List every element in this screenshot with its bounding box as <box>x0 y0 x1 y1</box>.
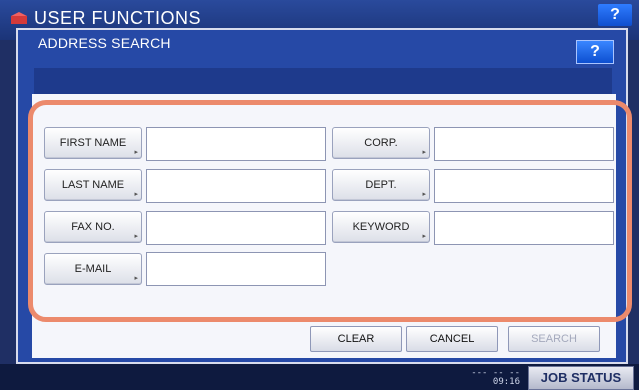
background-title: USER FUNCTIONS <box>34 8 202 28</box>
dept-button[interactable]: DEPT. ▸ <box>332 169 430 201</box>
search-button[interactable]: SEARCH <box>508 326 600 352</box>
corp-label: CORP. <box>364 137 398 149</box>
fax-no-input[interactable] <box>146 211 326 245</box>
arrow-icon: ▸ <box>422 191 426 198</box>
job-status-button[interactable]: JOB STATUS <box>528 366 634 390</box>
arrow-icon: ▸ <box>134 149 138 156</box>
last-name-button[interactable]: LAST NAME ▸ <box>44 169 142 201</box>
last-name-input[interactable] <box>146 169 326 203</box>
background-help-button[interactable]: ? <box>598 4 632 26</box>
keyword-label: KEYWORD <box>352 221 410 233</box>
first-name-button[interactable]: FIRST NAME ▸ <box>44 127 142 159</box>
clock-time: 09:16 <box>492 377 520 387</box>
dialog-header-band <box>34 68 612 96</box>
fax-no-button[interactable]: FAX NO. ▸ <box>44 211 142 243</box>
clear-button[interactable]: CLEAR <box>310 326 402 352</box>
keyword-input[interactable] <box>434 211 614 245</box>
arrow-icon: ▸ <box>134 275 138 282</box>
corp-button[interactable]: CORP. ▸ <box>332 127 430 159</box>
dept-label: DEPT. <box>365 179 397 191</box>
last-name-label: LAST NAME <box>61 179 125 191</box>
clock: --- -- -- 09:16 <box>466 369 520 387</box>
arrow-icon: ▸ <box>134 233 138 240</box>
arrow-icon: ▸ <box>422 233 426 240</box>
email-label: E-MAIL <box>74 263 112 275</box>
corp-input[interactable] <box>434 127 614 161</box>
dept-input[interactable] <box>434 169 614 203</box>
arrow-icon: ▸ <box>134 191 138 198</box>
arrow-icon: ▸ <box>422 149 426 156</box>
first-name-input[interactable] <box>146 127 326 161</box>
email-button[interactable]: E-MAIL ▸ <box>44 253 142 285</box>
dialog-title: ADDRESS SEARCH <box>38 35 171 51</box>
keyword-button[interactable]: KEYWORD ▸ <box>332 211 430 243</box>
first-name-label: FIRST NAME <box>59 137 127 149</box>
cancel-button[interactable]: CANCEL <box>406 326 498 352</box>
fax-no-label: FAX NO. <box>71 221 115 233</box>
email-input[interactable] <box>146 252 326 286</box>
user-functions-icon <box>11 12 27 24</box>
dialog-help-button[interactable]: ? <box>576 40 614 64</box>
